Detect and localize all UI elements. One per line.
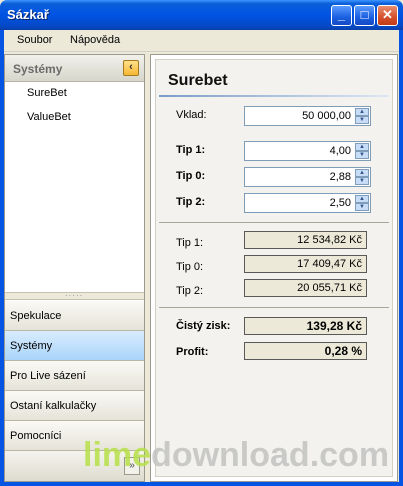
title-divider bbox=[159, 95, 389, 97]
menu-napoveda[interactable]: Nápověda bbox=[70, 34, 120, 46]
nav-item-surebet[interactable]: SureBet bbox=[27, 87, 67, 99]
tip0-stepper[interactable]: ▲▼ bbox=[244, 167, 371, 187]
page-title: Surebet bbox=[168, 72, 228, 89]
tip1-stepper[interactable]: ▲▼ bbox=[244, 141, 371, 161]
tip1-label: Tip 1: bbox=[176, 144, 206, 156]
spin-down-icon[interactable]: ▼ bbox=[355, 116, 369, 124]
nav-header: Systémy ‹ bbox=[5, 55, 144, 82]
nav-button-spekulace[interactable]: Spekulace bbox=[5, 301, 144, 331]
tip2-label: Tip 2: bbox=[176, 196, 206, 208]
navigation-pane: Systémy ‹ SureBet ValueBet ····· Spekula… bbox=[4, 54, 145, 482]
window-title: Sázkař bbox=[7, 7, 49, 22]
nav-button-label: Spekulace bbox=[10, 310, 62, 322]
close-button[interactable]: ✕ bbox=[377, 5, 398, 26]
nav-button-label: Pomocníci bbox=[10, 430, 62, 442]
menu-soubor[interactable]: Soubor bbox=[17, 34, 52, 46]
nav-button-label: Pro Live sázení bbox=[10, 370, 86, 382]
pane-splitter[interactable]: ····· bbox=[5, 292, 144, 300]
spin-up-icon[interactable]: ▲ bbox=[355, 169, 369, 177]
nav-button-pro-live[interactable]: Pro Live sázení bbox=[5, 361, 144, 391]
menu-bar: Soubor Nápověda bbox=[4, 30, 399, 52]
nav-item-valuebet[interactable]: ValueBet bbox=[27, 111, 71, 123]
maximize-button[interactable]: □ bbox=[354, 5, 375, 26]
title-bar[interactable]: Sázkař _ □ ✕ bbox=[0, 0, 403, 30]
content-pane: Surebet Vklad: ▲▼ Tip 1: ▲▼ Tip 0: ▲▼ Ti… bbox=[150, 54, 398, 482]
section-divider bbox=[159, 222, 389, 223]
spin-down-icon[interactable]: ▼ bbox=[355, 177, 369, 185]
spin-up-icon[interactable]: ▲ bbox=[355, 108, 369, 116]
stake-label: Vklad: bbox=[176, 109, 207, 121]
result-tip1-label: Tip 1: bbox=[176, 237, 204, 249]
spin-up-icon[interactable]: ▲ bbox=[355, 195, 369, 203]
spin-down-icon[interactable]: ▼ bbox=[355, 203, 369, 211]
result-tip2-value: 20 055,71 Kč bbox=[244, 279, 367, 297]
result-tip2-label: Tip 2: bbox=[176, 285, 204, 297]
tip2-stepper[interactable]: ▲▼ bbox=[244, 193, 371, 213]
spin-down-icon[interactable]: ▼ bbox=[355, 151, 369, 159]
collapse-pane-icon[interactable]: ‹ bbox=[123, 60, 139, 76]
nav-button-systemy[interactable]: Systémy bbox=[5, 331, 144, 361]
net-profit-label: Čistý zisk: bbox=[176, 320, 231, 332]
profit-label: Profit: bbox=[176, 346, 209, 358]
net-profit-value: 139,28 Kč bbox=[244, 317, 367, 335]
spin-up-icon[interactable]: ▲ bbox=[355, 143, 369, 151]
stake-input[interactable] bbox=[247, 109, 353, 123]
surebet-panel: Surebet Vklad: ▲▼ Tip 1: ▲▼ Tip 0: ▲▼ Ti… bbox=[155, 59, 393, 477]
result-tip0-label: Tip 0: bbox=[176, 261, 204, 273]
result-tip1-value: 12 534,82 Kč bbox=[244, 231, 367, 249]
nav-button-ostatni[interactable]: Ostaní kalkulačky bbox=[5, 391, 144, 421]
watermark-logo: limedownload.com bbox=[83, 436, 390, 474]
window-frame-bottom bbox=[0, 482, 403, 486]
minimize-button[interactable]: _ bbox=[331, 5, 352, 26]
window-frame-right bbox=[399, 30, 403, 486]
tip2-input[interactable] bbox=[247, 196, 353, 210]
profit-value: 0,28 % bbox=[244, 342, 367, 360]
stake-stepper[interactable]: ▲▼ bbox=[244, 106, 371, 126]
section-divider bbox=[159, 307, 389, 308]
nav-button-label: Systémy bbox=[10, 340, 53, 352]
result-tip0-value: 17 409,47 Kč bbox=[244, 255, 367, 273]
nav-button-label: Ostaní kalkulačky bbox=[10, 400, 97, 412]
tip0-label: Tip 0: bbox=[176, 170, 206, 182]
tip1-input[interactable] bbox=[247, 144, 353, 158]
tip0-input[interactable] bbox=[247, 170, 353, 184]
splitter-grip-icon: ····· bbox=[65, 291, 84, 300]
nav-header-label: Systémy bbox=[13, 62, 63, 76]
